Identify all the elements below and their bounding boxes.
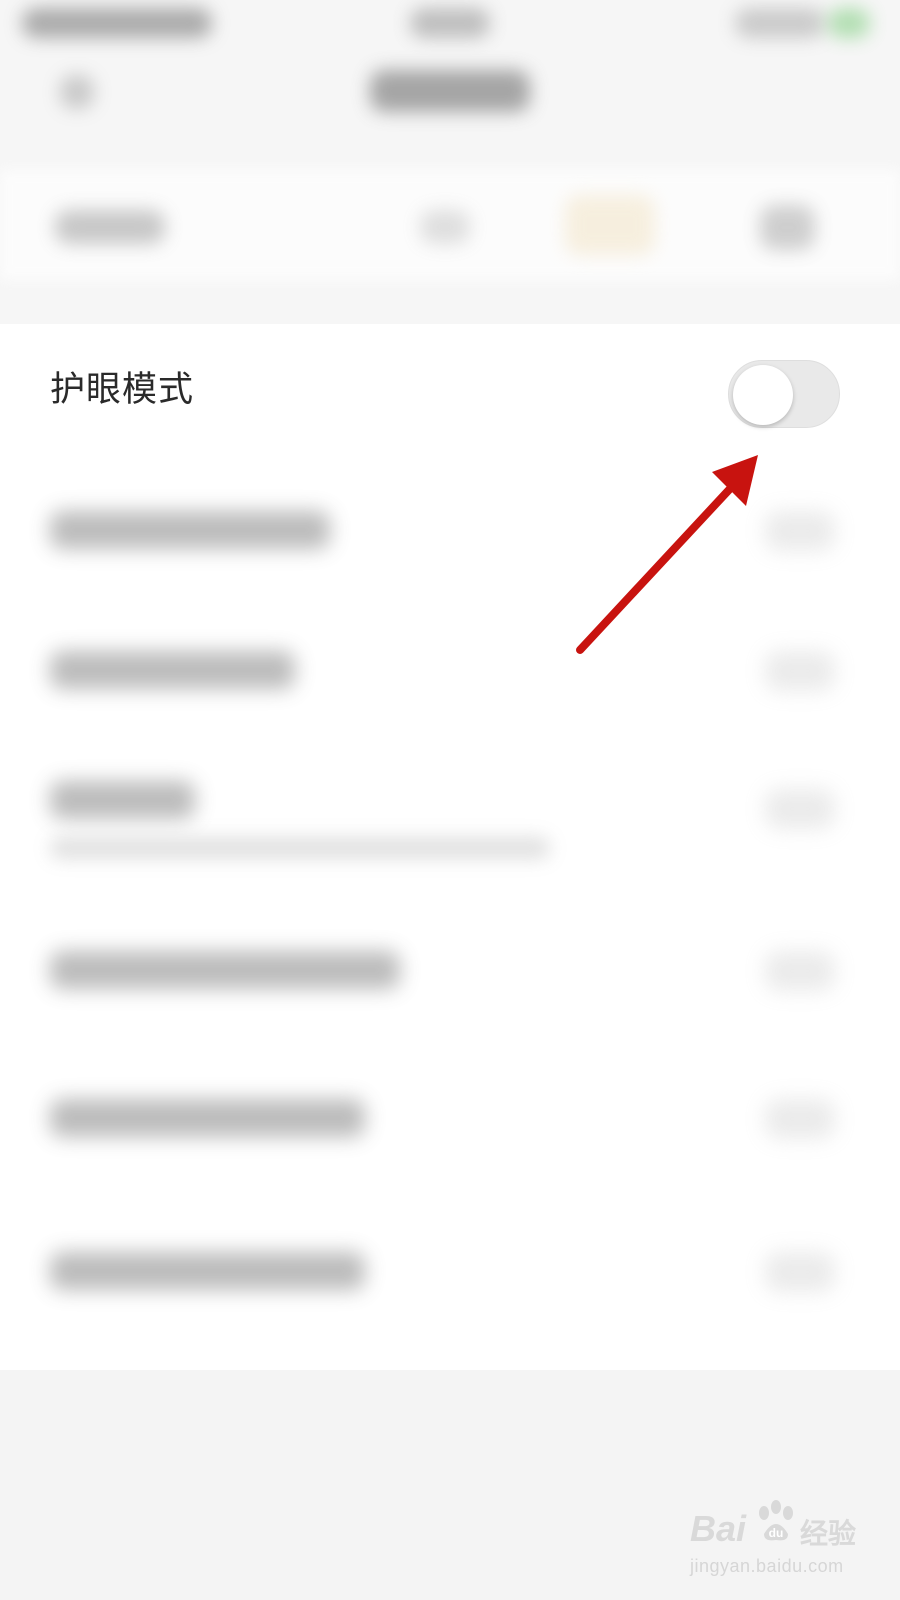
svg-text:du: du bbox=[769, 1526, 784, 1540]
blurred-row-control[interactable] bbox=[765, 1099, 835, 1139]
status-bar-time bbox=[410, 8, 490, 38]
blurred-row-description bbox=[50, 837, 550, 859]
watermark-cn: 经验 bbox=[800, 1517, 857, 1550]
blurred-row-control[interactable] bbox=[765, 651, 835, 691]
paw-logo-icon: du bbox=[759, 1500, 793, 1541]
settings-panel: 护眼模式 bbox=[0, 324, 900, 1370]
baidu-jingyan-watermark: Bai du 经验 jingyan.baidu.com bbox=[690, 1500, 870, 1590]
blurred-row-label bbox=[50, 651, 295, 689]
theme-option-3[interactable] bbox=[565, 195, 655, 255]
blurred-setting-row[interactable] bbox=[0, 609, 900, 739]
blurred-row-label bbox=[50, 951, 400, 989]
theme-option-2[interactable] bbox=[420, 210, 470, 244]
eye-mode-row: 护眼模式 bbox=[0, 324, 900, 469]
blurred-setting-row[interactable] bbox=[0, 469, 900, 599]
theme-option-1[interactable] bbox=[55, 210, 165, 244]
blurred-row-label bbox=[50, 1252, 365, 1290]
theme-option-4[interactable] bbox=[760, 205, 815, 250]
blurred-setting-row[interactable] bbox=[0, 909, 900, 1039]
toggle-knob bbox=[733, 365, 793, 425]
blurred-row-label bbox=[50, 1099, 365, 1137]
eye-mode-label: 护眼模式 bbox=[50, 370, 195, 410]
watermark-url: jingyan.baidu.com bbox=[690, 1556, 844, 1576]
eye-mode-toggle[interactable] bbox=[728, 360, 840, 428]
blurred-row-control[interactable] bbox=[765, 951, 835, 991]
blurred-row-label bbox=[50, 511, 330, 549]
blurred-setting-row[interactable] bbox=[0, 749, 900, 899]
page-title bbox=[370, 70, 530, 112]
blurred-header-area bbox=[0, 0, 900, 325]
blurred-row-control[interactable] bbox=[765, 511, 835, 551]
watermark-brand: Bai bbox=[690, 1508, 747, 1549]
battery-icon bbox=[828, 8, 870, 38]
back-arrow-icon[interactable] bbox=[60, 75, 94, 109]
blurred-row-control[interactable] bbox=[765, 1252, 835, 1292]
blurred-row-control[interactable] bbox=[765, 789, 835, 829]
blurred-setting-row[interactable] bbox=[0, 1204, 900, 1334]
blurred-row-label bbox=[50, 781, 195, 819]
status-bar-indicators bbox=[735, 8, 825, 38]
blurred-setting-row[interactable] bbox=[0, 1049, 900, 1179]
status-bar-carrier bbox=[22, 8, 212, 38]
